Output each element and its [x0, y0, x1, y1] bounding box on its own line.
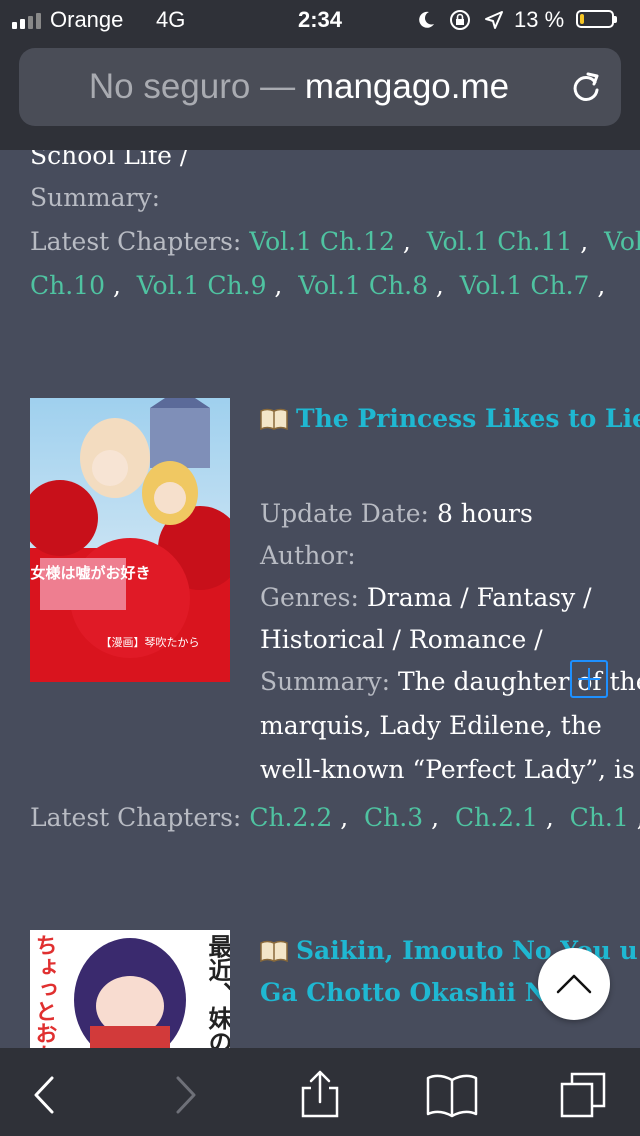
- chapter-link[interactable]: Ch.3: [364, 803, 423, 832]
- url-text[interactable]: No seguro — mangago.me: [19, 48, 579, 126]
- expand-summary-button[interactable]: [570, 660, 608, 698]
- summary-row-2: marquis, Lady Edilene, the: [260, 711, 602, 740]
- cover-saikin[interactable]: 最近、妹のよう ちょっとおかしい: [30, 930, 230, 1048]
- update-date-row: Update Date: 8 hours: [260, 499, 533, 528]
- title-link-princess[interactable]: The Princess Likes to Lie: [260, 398, 640, 440]
- reload-icon[interactable]: [569, 70, 603, 104]
- back-icon[interactable]: [22, 1070, 72, 1120]
- battery-level: [580, 14, 584, 24]
- chapter-link[interactable]: Vol.1 Ch.9: [137, 271, 267, 300]
- orientation-lock-icon: [450, 10, 470, 30]
- battery-percent: 13 %: [514, 7, 565, 32]
- book-icon: [260, 408, 288, 430]
- chapter-link[interactable]: Ch.10: [30, 271, 105, 300]
- moon-icon: [419, 11, 434, 28]
- genres-tail: School Life /: [30, 150, 189, 170]
- status-bar: Orange 4G 2:34 13 %: [0, 0, 640, 44]
- plus-icon: [578, 668, 600, 690]
- cover-text-left: ちょっとおかしい: [32, 934, 57, 1048]
- summary-row: Summary:: [30, 183, 161, 212]
- cover-text-right: 最近、妹のよう: [204, 934, 230, 1048]
- chapter-link[interactable]: Ch.1: [570, 803, 629, 832]
- latest-chapters-row: Latest Chapters: Vol.1 Ch.12 , Vol.1 Ch.…: [30, 220, 640, 264]
- forward-icon[interactable]: [158, 1070, 208, 1120]
- manga-list: School Life / Summary: Latest Chapters: …: [0, 150, 640, 1048]
- chapter-link[interactable]: Ch.2.1: [455, 803, 538, 832]
- top-bar: Orange 4G 2:34 13 % No seguro — mangago.…: [0, 0, 640, 150]
- battery-icon: [576, 10, 617, 28]
- location-icon: [485, 11, 503, 29]
- domain-label: mangago.me: [304, 67, 510, 106]
- chapter-link[interactable]: Ch.2.2: [249, 803, 332, 832]
- title-link-saikin-2[interactable]: Ga Chotto Okashii N D: [260, 972, 578, 1014]
- cover-title-text: 王女様は嘘がお好き: [30, 564, 151, 582]
- summary-row-3: well-known “Perfect Lady”, is: [260, 755, 635, 784]
- tabs-icon[interactable]: [558, 1070, 608, 1120]
- security-label: No seguro —: [88, 67, 296, 106]
- genres-row-2: Historical / Romance /: [260, 625, 543, 654]
- latest-chapters-row-2: Ch.10 , Vol.1 Ch.9 , Vol.1 Ch.8 , Vol.1 …: [30, 271, 606, 300]
- share-icon[interactable]: [295, 1070, 345, 1120]
- chapter-link[interactable]: Vol.1: [604, 227, 640, 256]
- chapter-link[interactable]: Vol.1 Ch.8: [298, 271, 428, 300]
- author-row: Author:: [260, 541, 356, 570]
- chapter-link[interactable]: Vol.1 Ch.7: [460, 271, 590, 300]
- chapter-link[interactable]: Vol.1 Ch.12: [249, 227, 395, 256]
- bottom-toolbar: [0, 1048, 640, 1136]
- cover-credit-text: 【漫画】琴吹たから: [101, 635, 200, 649]
- chevron-up-icon: [556, 974, 592, 994]
- genres-row: Genres: Drama / Fantasy /: [260, 583, 592, 612]
- scroll-to-top-button[interactable]: [538, 948, 610, 1020]
- bookmarks-icon[interactable]: [424, 1070, 480, 1120]
- latest-chapters-row: Latest Chapters: Ch.2.2 , Ch.3 , Ch.2.1 …: [30, 803, 640, 832]
- cover-princess[interactable]: 王女様は嘘がお好き 【漫画】琴吹たから: [30, 398, 230, 682]
- chapter-link[interactable]: Vol.1 Ch.11: [427, 227, 573, 256]
- url-bar[interactable]: No seguro — mangago.me: [19, 48, 621, 126]
- book-icon: [260, 940, 288, 962]
